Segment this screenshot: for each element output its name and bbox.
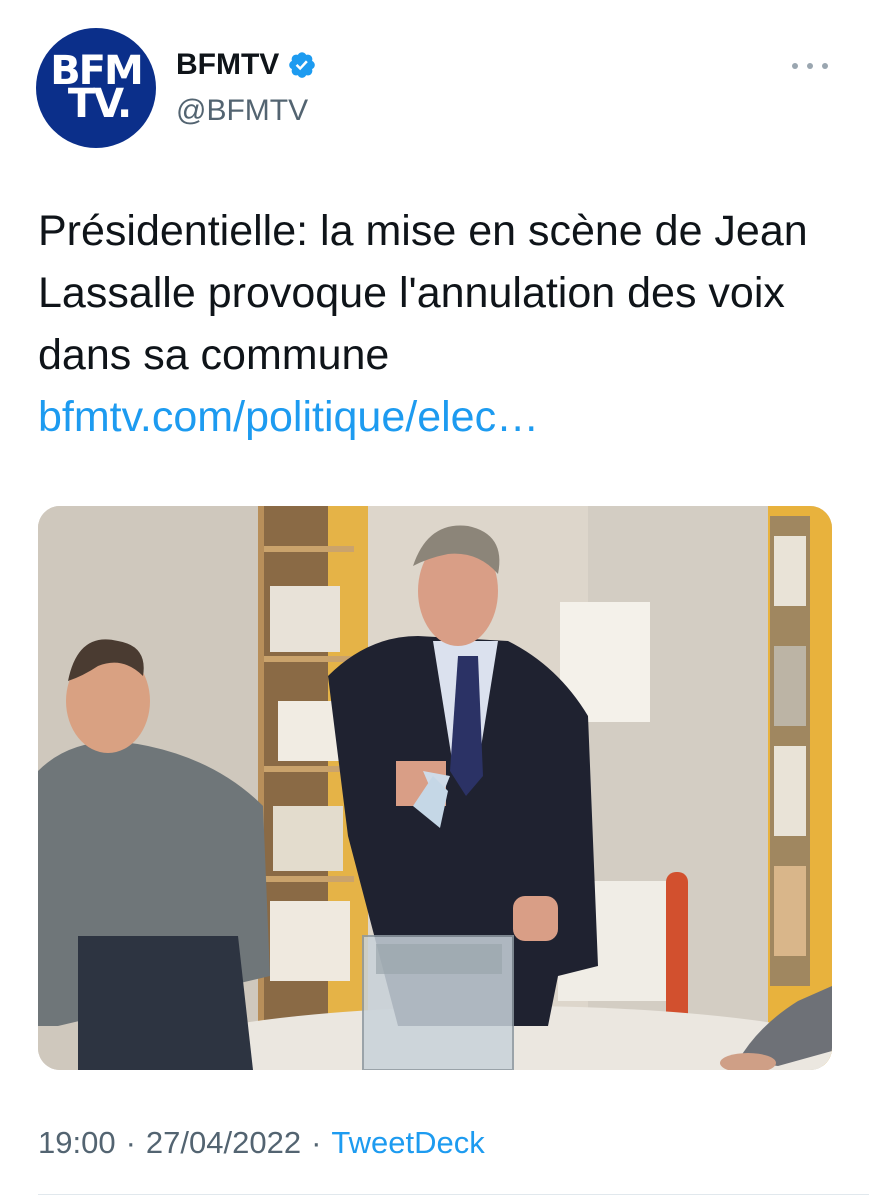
display-name-row: BFMTV (176, 48, 317, 82)
tweet-source-link[interactable]: TweetDeck (331, 1125, 484, 1161)
tweet-text: Présidentielle: la mise en scène de Jean… (38, 200, 838, 448)
tweet-date[interactable]: 27/04/2022 (146, 1125, 301, 1161)
verified-badge-icon (287, 50, 317, 80)
user-handle[interactable]: @BFMTV (176, 94, 308, 128)
display-name[interactable]: BFMTV (176, 48, 279, 82)
more-options-icon[interactable] (792, 56, 828, 76)
meta-separator: · (311, 1125, 322, 1160)
tweet-link[interactable]: bfmtv.com/politique/elec… (38, 386, 838, 448)
avatar-logo-line2: TV. (67, 81, 132, 127)
avatar[interactable]: BFM TV. (36, 28, 156, 148)
tweet-meta: 19:00 · 27/04/2022 · TweetDeck (38, 1125, 485, 1161)
tweet-photo[interactable] (38, 506, 832, 1070)
tweet-body: Présidentielle: la mise en scène de Jean… (38, 207, 808, 379)
meta-separator: · (125, 1125, 136, 1160)
divider (38, 1194, 869, 1195)
tweet-header: BFM TV. BFMTV @BFMTV (36, 28, 836, 150)
tweet-time[interactable]: 19:00 (38, 1125, 116, 1161)
photo-scene (38, 506, 832, 1070)
